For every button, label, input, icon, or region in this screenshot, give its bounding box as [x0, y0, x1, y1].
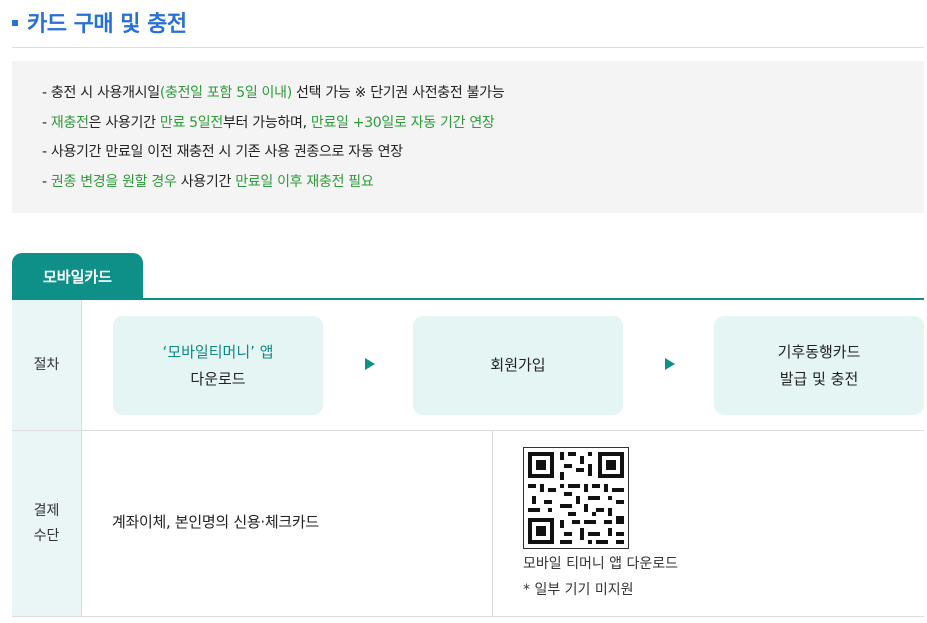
notice-item-2: - 재충전은 사용기간 만료 5일전부터 가능하며, 만료일 +30일로 자동 …: [42, 114, 495, 131]
qr-caption: 모바일 티머니 앱 다운로드: [523, 556, 679, 572]
payment-header: 결제 수단: [12, 431, 82, 616]
triangle-right-icon: [665, 358, 675, 370]
notice-item-4: - 권종 변경을 원할 경우 사용기간 만료일 이후 재충전 필요: [42, 173, 374, 190]
title-divider: [12, 47, 924, 48]
section-title: 카드 구매 및 충전: [12, 6, 187, 38]
step-issue-card: 기후동행카드 발급 및 충전: [714, 316, 924, 415]
tab-mobile-card[interactable]: 모바일카드: [12, 253, 143, 300]
qr-code-graphic: [528, 452, 624, 544]
notice-box: - 충전 시 사용개시일(충전일 포함 5일 이내) 선택 가능 ※ 단기권 사…: [12, 61, 924, 213]
tab-label: 모바일카드: [42, 268, 112, 286]
notice-item-3: - 사용기간 만료일 이전 재충전 시 기존 사용 권종으로 자동 연장: [42, 144, 403, 160]
title-bullet-icon: [12, 20, 18, 26]
triangle-right-icon: [365, 358, 375, 370]
section-title-text: 카드 구매 및 충전: [27, 12, 187, 37]
payment-methods: 계좌이체, 본인명의 신용·체크카드: [112, 513, 319, 531]
step-download-app: ‘모바일티머니’ 앱 다운로드: [113, 316, 323, 415]
step-sign-up: 회원가입: [413, 316, 623, 415]
procedure-row: 절차 ‘모바일티머니’ 앱 다운로드 회원가입 기후동행카드 발급 및 충전: [12, 300, 924, 431]
qr-note: * 일부 기기 미지원: [523, 582, 634, 598]
notice-item-1: - 충전 시 사용개시일(충전일 포함 5일 이내) 선택 가능 ※ 단기권 사…: [42, 85, 505, 101]
payment-row: 결제 수단 계좌이체, 본인명의 신용·체크카드 모바일 티머니 앱 다운로드 …: [12, 431, 924, 617]
column-divider: [492, 431, 493, 617]
procedure-header: 절차: [12, 300, 82, 430]
qr-code-icon[interactable]: [523, 447, 629, 549]
